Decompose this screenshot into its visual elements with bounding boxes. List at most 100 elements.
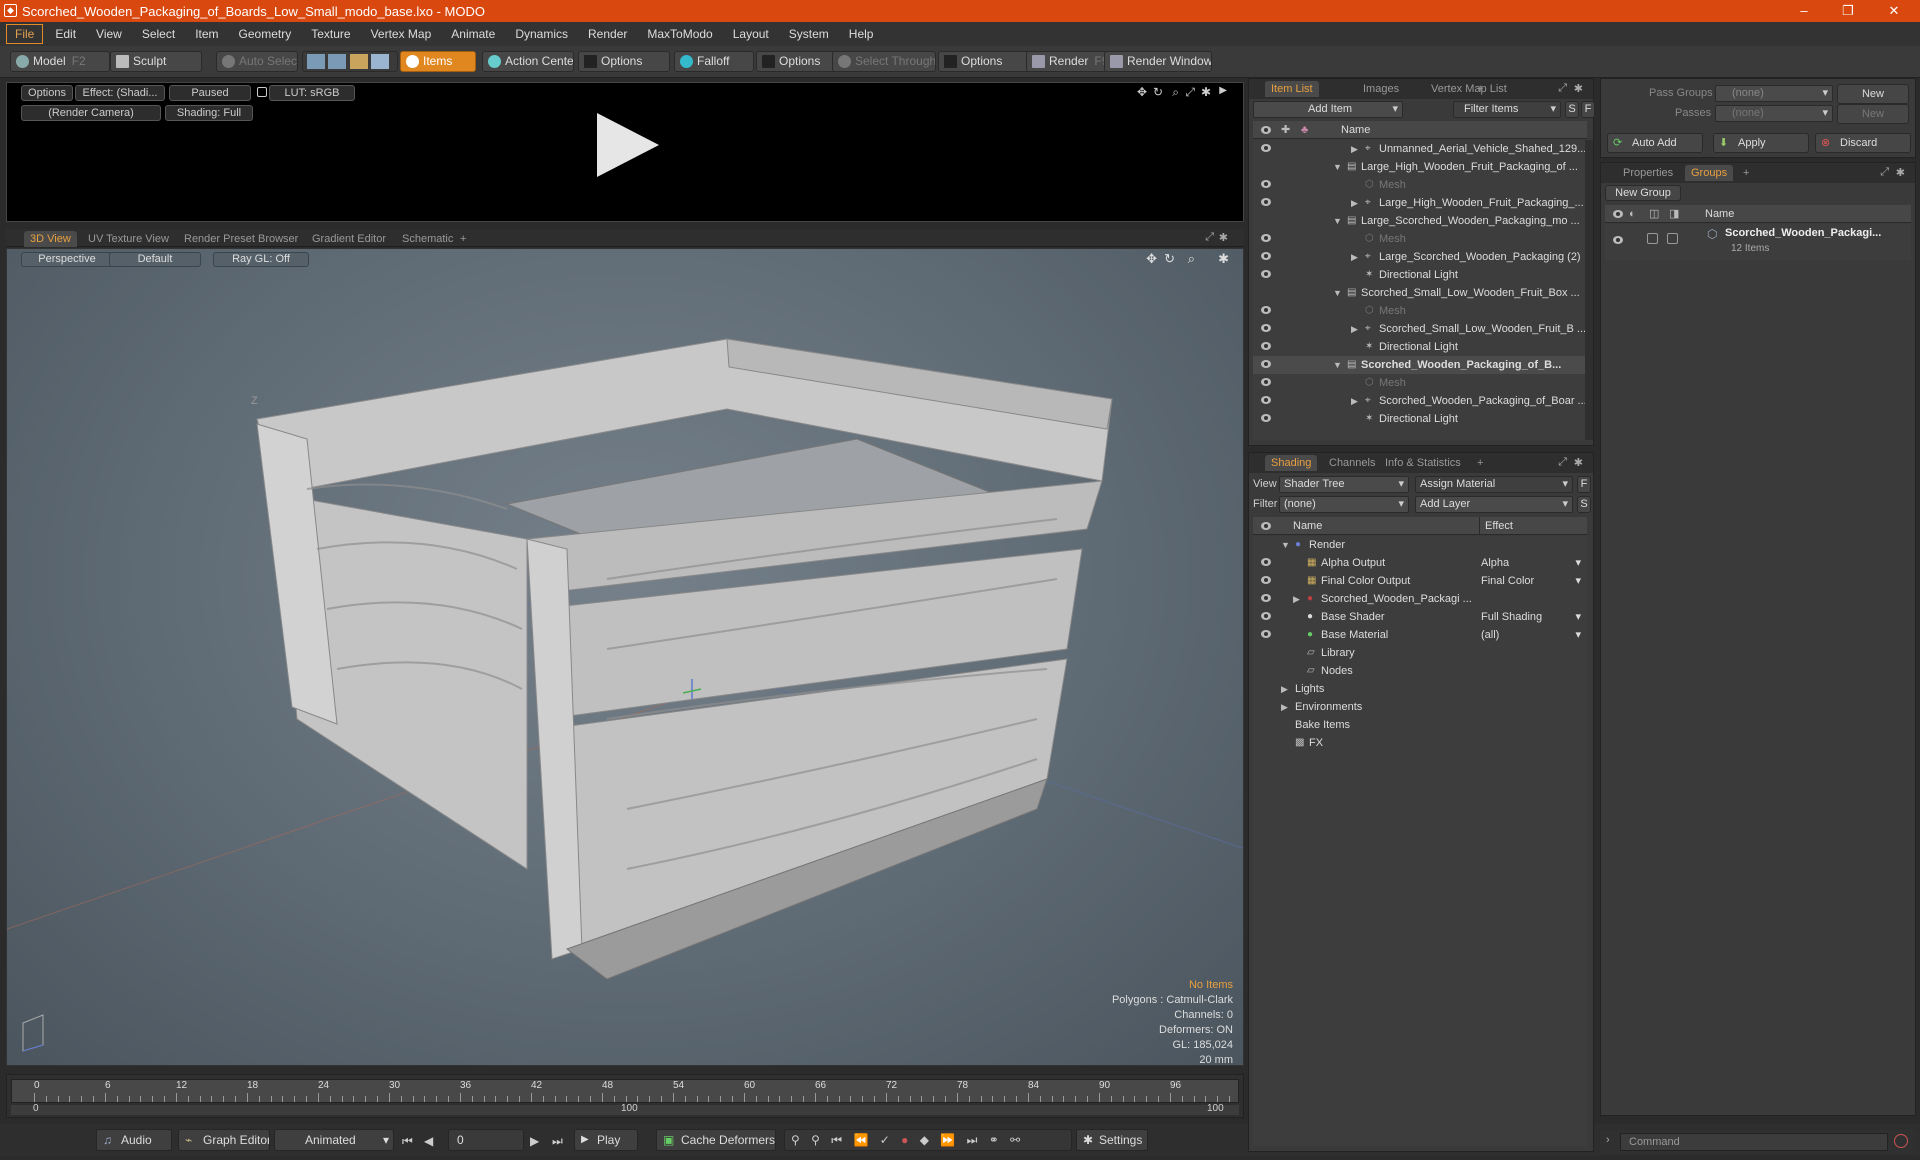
timeline[interactable]: 0 6 12 18 24 30 36 42 48 54 60 66 72 78 84 90 96 0 100 1… xyxy=(6,1074,1244,1118)
chevron-right-icon[interactable]: ▶ xyxy=(1281,680,1288,698)
discard-button[interactable]: ⊗ Discard xyxy=(1815,133,1911,153)
item-list-row[interactable]: ⬡ Mesh xyxy=(1253,230,1587,248)
chain-icon[interactable]: ⚯ xyxy=(1010,1133,1020,1147)
chevron-down-icon[interactable]: ▼ xyxy=(1333,212,1342,230)
tab-images[interactable]: Images xyxy=(1357,81,1405,97)
timeline-range-bar[interactable]: 0 100 100 xyxy=(11,1103,1239,1115)
visibility-icon[interactable] xyxy=(1261,594,1271,602)
f-button[interactable]: F xyxy=(1581,101,1595,118)
maximize-icon[interactable]: ⤢ xyxy=(1205,231,1214,244)
lock-icon[interactable] xyxy=(257,87,267,97)
tab-groups[interactable]: Groups xyxy=(1685,165,1734,181)
item-list-row[interactable]: ▶ ⌖ Large_High_Wooden_Fruit_Packaging_... xyxy=(1253,194,1587,212)
expand-arrow-icon[interactable]: ▶ xyxy=(1219,85,1227,96)
visibility-icon[interactable] xyxy=(1261,342,1271,350)
new-pass-group-button[interactable]: New xyxy=(1837,84,1909,104)
visibility-icon[interactable] xyxy=(1261,180,1271,188)
falloff-button[interactable]: Falloff xyxy=(674,51,754,72)
menu-animate[interactable]: Animate xyxy=(443,25,503,43)
apply-button[interactable]: ⬇ Apply xyxy=(1713,133,1809,153)
effect-dropdown[interactable]: Alpha ▾ xyxy=(1481,554,1581,572)
item-list-row[interactable]: ⬡ Mesh xyxy=(1253,302,1587,320)
prev-key-icon[interactable]: ⏮ xyxy=(831,1133,842,1147)
add-layer-dropdown[interactable]: Add Layer xyxy=(1415,496,1573,513)
chevron-right-icon[interactable]: ▶ xyxy=(1351,392,1358,410)
menu-texture[interactable]: Texture xyxy=(303,25,358,43)
material-mode-icon[interactable] xyxy=(371,54,390,69)
vertex-mode-icon[interactable] xyxy=(307,54,325,69)
item-list-row[interactable]: ✶ Directional Light xyxy=(1253,338,1587,356)
zoom-icon[interactable]: ⌕ xyxy=(1172,85,1179,100)
skip-end-icon[interactable]: ⏭ xyxy=(552,1134,563,1149)
menu-geometry[interactable]: Geometry xyxy=(231,25,300,43)
s-button[interactable]: S xyxy=(1565,101,1579,118)
effect-dropdown[interactable]: Full Shading ▾ xyxy=(1481,608,1581,626)
visibility-icon[interactable] xyxy=(1261,558,1271,566)
maximize-icon[interactable]: ⤢ xyxy=(1558,82,1567,95)
link-icon[interactable]: ⚭ xyxy=(989,1133,999,1147)
menu-system[interactable]: System xyxy=(781,25,837,43)
visibility-icon[interactable] xyxy=(1261,612,1271,620)
chevron-down-icon[interactable]: ▼ xyxy=(1333,356,1342,374)
lock-checkbox[interactable] xyxy=(1647,233,1658,244)
sculpt-mode-button[interactable]: Sculpt xyxy=(110,51,202,72)
chevron-down-icon[interactable]: ▼ xyxy=(1281,536,1290,554)
tab-item-list[interactable]: Item List xyxy=(1265,81,1319,97)
visibility-icon[interactable] xyxy=(1261,198,1271,206)
rotate-icon[interactable]: ↻ xyxy=(1153,85,1163,99)
camera-dropdown[interactable]: (Render Camera) xyxy=(21,105,161,121)
item-list-row[interactable]: ▼ ▤ Large_High_Wooden_Fruit_Packaging_of .… xyxy=(1253,158,1587,176)
animated-dropdown[interactable]: Animated ▾ xyxy=(274,1129,394,1151)
menu-item[interactable]: Item xyxy=(187,25,226,43)
gear-icon[interactable]: ✱ xyxy=(1574,82,1583,95)
item-list-scrollbar[interactable] xyxy=(1585,140,1593,440)
shader-tree-row[interactable]: ▶ Environments xyxy=(1253,698,1587,716)
menu-layout[interactable]: Layout xyxy=(725,25,777,43)
item-list-row[interactable]: ▶ ⌖ Unmanned_Aerial_Vehicle_Shahed_129... xyxy=(1253,140,1587,158)
item-list-row[interactable]: ▼ ▤ Large_Scorched_Wooden_Packaging_mo ... xyxy=(1253,212,1587,230)
filter-dropdown[interactable]: (none) xyxy=(1279,496,1409,513)
tab-properties[interactable]: Properties xyxy=(1617,165,1679,181)
shader-tree-row[interactable]: ▦ Final Color Output Final Color ▾ xyxy=(1253,572,1587,590)
timeline-ruler[interactable]: 0 6 12 18 24 30 36 42 48 54 60 66 72 78 84 90 96 xyxy=(11,1079,1239,1103)
item-list-row[interactable]: ▼ ▤ Scorched_Small_Low_Wooden_Fruit_Box ..… xyxy=(1253,284,1587,302)
key-all-icon[interactable]: ⚲ xyxy=(811,1133,820,1147)
item-list-row[interactable]: ⬡ Mesh xyxy=(1253,374,1587,392)
new-group-button[interactable]: New Group xyxy=(1605,185,1681,201)
group-row[interactable]: ⬡ Scorched_Wooden_Packagi... 12 Items xyxy=(1605,224,1911,260)
tab-channels[interactable]: Channels xyxy=(1323,455,1381,471)
chevron-down-icon[interactable]: ▼ xyxy=(1333,158,1342,176)
filter-items-input[interactable]: Filter Items xyxy=(1453,101,1561,118)
items-mode-button[interactable]: Items xyxy=(400,51,476,72)
key-icon[interactable]: ⚲ xyxy=(791,1133,800,1147)
auto-key-icon[interactable]: ✓ xyxy=(880,1133,890,1147)
f-button[interactable]: F xyxy=(1577,476,1591,493)
action-center-button[interactable]: Action Center xyxy=(482,51,574,72)
paused-button[interactable]: Paused xyxy=(169,85,251,101)
item-list-row[interactable]: ▼ ▤ Scorched_Wooden_Packaging_of_B... xyxy=(1253,356,1587,374)
tab-vertex-map-list[interactable]: Vertex Map List xyxy=(1425,81,1513,97)
shader-tree-row[interactable]: ● Base Material (all) ▾ xyxy=(1253,626,1587,644)
chevron-down-icon[interactable]: ▼ xyxy=(1333,284,1342,302)
new-pass-button[interactable]: New xyxy=(1837,104,1909,124)
menu-vertex-map[interactable]: Vertex Map xyxy=(363,25,440,43)
visibility-icon[interactable] xyxy=(1261,324,1271,332)
add-tab-button[interactable]: + xyxy=(1737,165,1755,181)
render-window-button[interactable]: Render Window xyxy=(1104,51,1212,72)
command-input[interactable]: Command xyxy=(1620,1133,1888,1151)
visibility-icon[interactable] xyxy=(1261,270,1271,278)
command-history-icon[interactable] xyxy=(1894,1134,1908,1148)
tab-gradient-editor[interactable]: Gradient Editor xyxy=(306,231,392,247)
falloff-options-button[interactable]: Options xyxy=(756,51,836,72)
edge-mode-icon[interactable] xyxy=(328,54,347,69)
auto-select-button[interactable]: Auto Select xyxy=(216,51,298,72)
maximize-icon[interactable]: ⤢ xyxy=(1558,456,1567,469)
chevron-right-icon[interactable]: ▶ xyxy=(1281,698,1288,716)
add-tab-button[interactable]: + xyxy=(1471,455,1489,471)
close-button[interactable]: ✕ xyxy=(1872,0,1916,22)
item-list-row[interactable]: ▶ ⌖ Scorched_Small_Low_Wooden_Fruit_B ... xyxy=(1253,320,1587,338)
shader-tree-row[interactable]: ▦ Alpha Output Alpha ▾ xyxy=(1253,554,1587,572)
view-dropdown[interactable]: Shader Tree xyxy=(1279,476,1409,493)
settings-button[interactable]: ✱ Settings xyxy=(1076,1129,1148,1151)
play-icon[interactable] xyxy=(597,113,659,177)
